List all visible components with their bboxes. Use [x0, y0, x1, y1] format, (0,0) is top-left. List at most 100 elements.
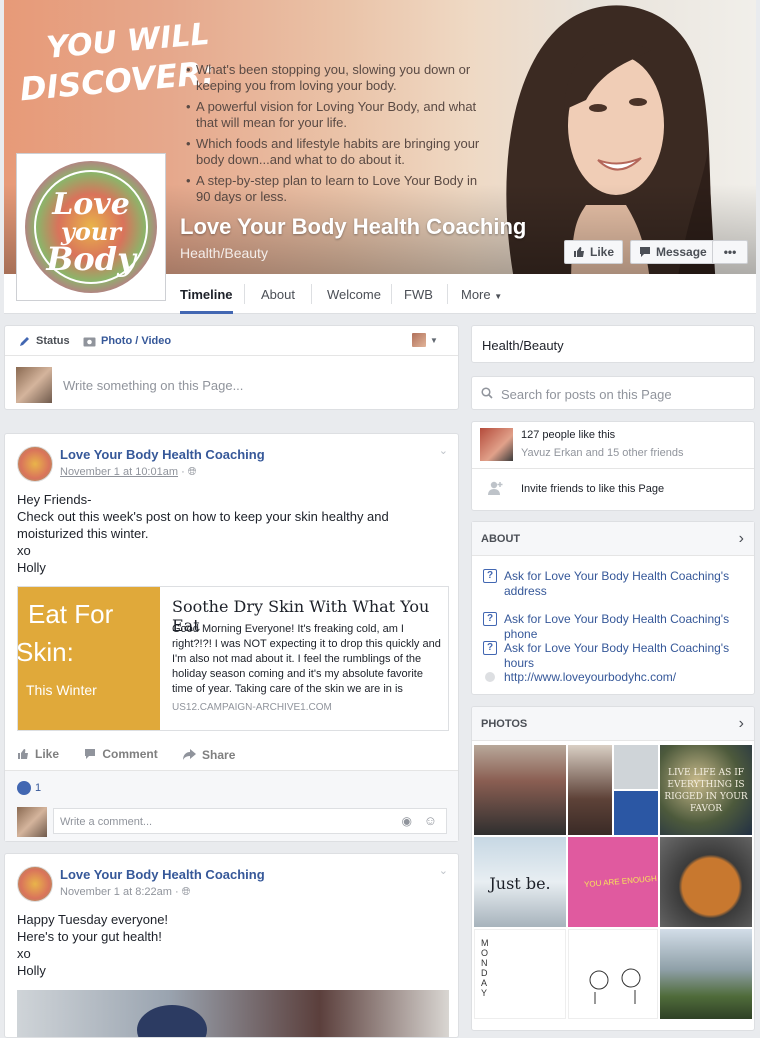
question-icon: ? — [483, 569, 497, 583]
link-attachment[interactable]: Eat For Skin: This Winter Soothe Dry Ski… — [17, 586, 449, 731]
page-avatar[interactable] — [17, 446, 53, 482]
about-header[interactable]: ABOUT › — [472, 522, 754, 556]
like-button[interactable]: Like — [17, 747, 59, 761]
post-body: Hey Friends- Check out this week's post … — [17, 491, 452, 576]
post-as-selector[interactable]: ▼ — [412, 333, 438, 347]
about-box: ABOUT › ? Ask for Love Your Body Health … — [471, 521, 755, 695]
about-item-label: Ask for Love Your Body Health Coaching's… — [504, 612, 730, 641]
more-options-button[interactable]: ••• — [712, 240, 748, 264]
post-line: xo — [17, 946, 31, 961]
likes-box: 127 people like this Yavuz Erkan and 15 … — [471, 421, 755, 511]
emoji-icon[interactable]: ☺ — [424, 813, 437, 828]
avatar — [17, 807, 47, 837]
share-button[interactable]: Share — [183, 748, 235, 762]
question-icon: ? — [483, 641, 497, 655]
caret-down-icon: ▼ — [430, 335, 438, 345]
post-line: xo — [17, 543, 31, 558]
photo-video-label: Photo / Video — [101, 335, 172, 347]
post-actions: Like Comment Share — [17, 747, 235, 763]
avatar — [412, 333, 426, 347]
post-time[interactable]: November 1 at 8:22am — [60, 886, 172, 898]
cover-bullets: What's been stopping you, slowing you do… — [186, 62, 486, 210]
chevron-right-icon: › — [738, 530, 744, 547]
thumbs-up-icon — [574, 247, 584, 257]
post-timestamp: November 1 at 10:01am · 🌐︎ — [60, 466, 197, 478]
photo-thumbnail[interactable]: MONDAY — [474, 929, 566, 1019]
status-tab[interactable]: Status — [19, 335, 70, 347]
page-title: Love Your Body Health Coaching — [180, 214, 527, 239]
search-input[interactable]: Search for posts on this Page — [501, 387, 672, 402]
photo-thumbnail[interactable] — [568, 745, 612, 835]
post-card: Love Your Body Health Coaching November … — [4, 433, 459, 842]
about-item-website[interactable]: http://www.loveyourbodyhc.com/ — [472, 670, 752, 685]
post-card: Love Your Body Health Coaching November … — [4, 853, 459, 1038]
tab-timeline[interactable]: Timeline — [180, 274, 233, 314]
invite-friends-link[interactable]: Invite friends to like this Page — [521, 483, 664, 495]
post-time[interactable]: November 1 at 10:01am — [60, 466, 178, 478]
photo-thumbnail[interactable]: Just be. — [474, 837, 566, 927]
photo-quote-text: YOU ARE ENOUGH — [583, 873, 658, 890]
photo-thumbnail[interactable]: LIVE LIFE AS IF EVERYTHING IS RIGGED IN … — [660, 745, 752, 835]
photo-thumbnail[interactable] — [614, 745, 658, 789]
cover-bullet: A powerful vision for Loving Your Body, … — [186, 99, 486, 131]
avatar — [16, 367, 52, 403]
photo-thumbnail[interactable] — [474, 745, 566, 835]
sidebar-category[interactable]: Health/Beauty — [482, 338, 564, 353]
camera-icon[interactable]: ◉ — [402, 814, 412, 828]
more-options-icon: ••• — [723, 245, 737, 259]
like-page-label: Like — [590, 245, 615, 259]
comment-input[interactable]: Write a comment... ◉ ☺ — [53, 808, 447, 834]
photo-thumbnail[interactable]: YOU ARE ENOUGH — [568, 837, 658, 927]
about-item-hours[interactable]: ? Ask for Love Your Body Health Coaching… — [472, 641, 752, 671]
blueberries-image — [137, 1005, 207, 1037]
about-item-address[interactable]: ? Ask for Love Your Body Health Coaching… — [472, 569, 742, 599]
tab-fwb[interactable]: FWB — [404, 274, 433, 314]
post-line: Check out this week's post on how to kee… — [17, 509, 389, 541]
comment-button[interactable]: Comment — [84, 747, 158, 761]
cover-bullet: What's been stopping you, slowing you do… — [186, 62, 486, 94]
attachment-image-text: This Winter — [26, 682, 97, 698]
status-tab-label: Status — [36, 335, 70, 347]
divider — [472, 468, 754, 469]
chevron-down-icon[interactable]: ⌄ — [439, 864, 448, 877]
globe-icon: 🌐︎ — [181, 886, 191, 898]
friend-avatar[interactable] — [480, 428, 513, 461]
tab-about[interactable]: About — [261, 274, 295, 314]
add-person-icon — [488, 481, 503, 495]
composer-input[interactable]: Write something on this Page... — [63, 378, 243, 393]
photo-thumbnail[interactable] — [660, 837, 752, 927]
post-author[interactable]: Love Your Body Health Coaching — [60, 447, 265, 462]
website-link: http://www.loveyourbodyhc.com/ — [504, 670, 677, 684]
like-reaction-icon — [17, 781, 31, 795]
camera-icon — [83, 337, 96, 346]
like-count[interactable]: 1 — [17, 781, 41, 795]
photo-thumbnail[interactable] — [614, 791, 658, 835]
photos-header[interactable]: PHOTOS › — [472, 707, 754, 741]
logo-text-body: Body — [45, 240, 138, 278]
photo-thumbnail[interactable] — [660, 929, 752, 1019]
page-search[interactable]: Search for posts on this Page — [471, 376, 755, 410]
post-body: Happy Tuesday everyone! Here's to your g… — [17, 911, 452, 979]
page-avatar[interactable] — [17, 866, 53, 902]
share-icon — [183, 749, 197, 760]
chevron-right-icon: › — [738, 715, 744, 732]
message-button[interactable]: Message — [630, 240, 716, 264]
tab-more-label: More — [461, 287, 491, 302]
post-line: Holly — [17, 963, 46, 978]
attachment-description: Good Morning Everyone! It's freaking col… — [172, 623, 441, 695]
photo-thumbnail[interactable] — [568, 929, 658, 1019]
likes-count[interactable]: 127 people like this — [521, 429, 615, 441]
post-composer: Status Photo / Video ▼ Write something o… — [4, 325, 459, 410]
about-item-phone[interactable]: ? Ask for Love Your Body Health Coaching… — [472, 612, 752, 642]
photos-box: PHOTOS › LIVE LIFE AS IF EVERYTHING IS R… — [471, 706, 755, 1031]
friends-who-like[interactable]: Yavuz Erkan and 15 other friends — [521, 447, 683, 459]
chevron-down-icon[interactable]: ⌄ — [439, 444, 448, 457]
photo-video-tab[interactable]: Photo / Video — [83, 335, 171, 347]
like-page-button[interactable]: Like — [564, 240, 624, 264]
profile-picture[interactable]: Love your Body — [16, 153, 166, 301]
photo-quote-text: MONDAY — [481, 938, 489, 998]
tab-more[interactable]: More ▼ — [461, 274, 502, 314]
like-label: Like — [35, 747, 60, 761]
tab-welcome[interactable]: Welcome — [327, 274, 381, 314]
post-author[interactable]: Love Your Body Health Coaching — [60, 867, 265, 882]
